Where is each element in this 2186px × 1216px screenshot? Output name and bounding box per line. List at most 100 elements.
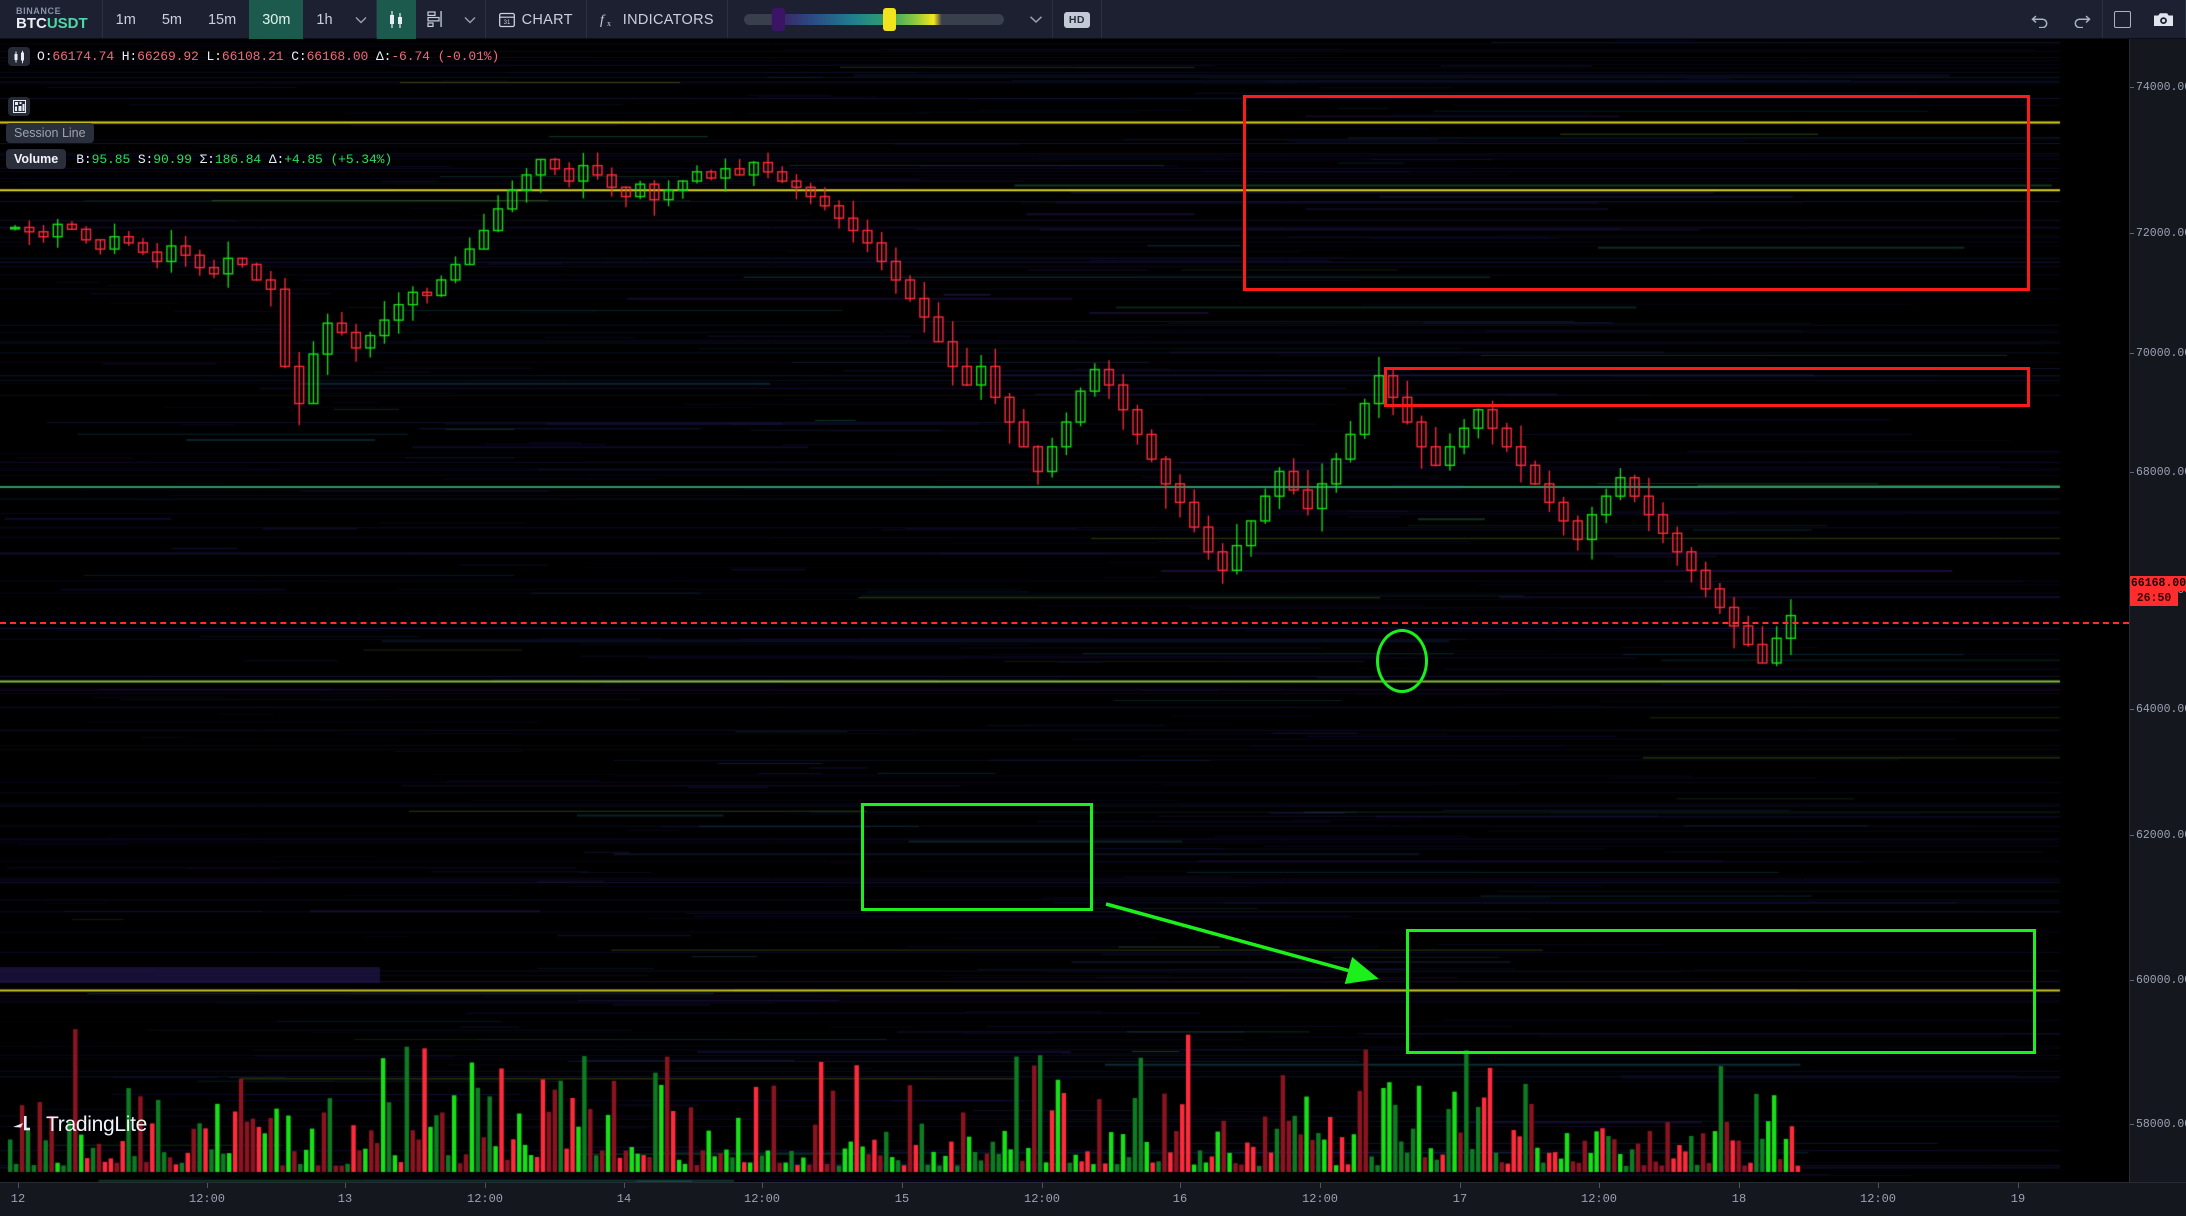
timeframe-15m[interactable]: 15m (195, 0, 249, 39)
gradient-dropdown-chevron-down-icon[interactable] (1020, 0, 1052, 39)
price-tick (2130, 1124, 2134, 1125)
gradient-slider-handle-high[interactable] (882, 7, 896, 31)
time-label-1: 12:00 (188, 1192, 226, 1206)
camera-icon[interactable] (2142, 0, 2185, 39)
price-tick (2130, 835, 2134, 836)
time-label-5: 12:00 (743, 1192, 781, 1206)
hd-quality-button[interactable]: HD (1053, 0, 1101, 39)
price-axis[interactable]: 74000.00 72000.00 70000.00 68000.00 6600… (2129, 39, 2186, 1182)
time-label-10: 17 (1452, 1192, 1468, 1206)
price-label-70000: 70000.00 (2136, 347, 2186, 360)
price-label-60000: 60000.00 (2136, 974, 2186, 987)
price-label-72000: 72000.00 (2136, 227, 2186, 240)
ohlc-o-key: O: (37, 49, 53, 64)
symbol-label: BTCUSDT (16, 16, 88, 32)
time-tick (762, 1183, 763, 1188)
heatmap-icon[interactable] (8, 97, 30, 116)
time-label-11: 12:00 (1580, 1192, 1618, 1206)
candlestick-icon[interactable] (376, 0, 416, 39)
layout-square-icon[interactable] (2103, 0, 2142, 39)
top-toolbar: BINANCE BTCUSDT 1m 5m 15m 30m 1h 31 CHAR… (0, 0, 2186, 39)
ohlc-l-value: 66108.21 (221, 49, 284, 64)
session-line-legend[interactable]: Session Line (6, 123, 94, 143)
time-label-8: 16 (1172, 1192, 1188, 1206)
volume-delta-key: Δ: (268, 151, 285, 167)
timeframe-30m[interactable]: 30m (249, 0, 304, 39)
time-label-13: 12:00 (1859, 1192, 1897, 1206)
symbol-selector[interactable]: BINANCE BTCUSDT (0, 0, 102, 38)
time-tick (485, 1183, 486, 1188)
timeframe-dropdown-chevron-down-icon[interactable] (346, 0, 376, 39)
chart-menu-button[interactable]: 31 CHART (486, 0, 586, 39)
indicators-button[interactable]: f x INDICATORS (587, 0, 727, 39)
fx-icon: f x (600, 11, 616, 28)
time-tick (1460, 1183, 1461, 1188)
time-tick (207, 1183, 208, 1188)
volume-s-key: S: (137, 151, 154, 167)
time-tick (1042, 1183, 1043, 1188)
liquidity-heatmap-canvas[interactable] (0, 39, 2129, 1182)
price-tick (2130, 87, 2134, 88)
time-tick (345, 1183, 346, 1188)
volume-delta-value: +4.85 (284, 151, 323, 167)
volume-b-key: B: (76, 151, 92, 167)
gradient-slider-track[interactable] (743, 7, 1004, 31)
timeframe-5m[interactable]: 5m (149, 0, 195, 39)
symbol-base: BTC (16, 15, 47, 32)
time-tick (1180, 1183, 1181, 1188)
chart-series-icon[interactable] (8, 47, 30, 66)
volume-values: B:95.85 S:90.99 Σ:186.84 Δ:+4.85 (+5.34%… (76, 152, 392, 167)
time-tick (18, 1183, 19, 1188)
time-tick (902, 1183, 903, 1188)
undo-icon[interactable] (2020, 0, 2061, 39)
svg-text:x: x (607, 19, 611, 28)
timeframe-1h[interactable]: 1h (303, 0, 345, 39)
price-label-68000: 68000.00 (2136, 466, 2186, 479)
timeframe-1m[interactable]: 1m (103, 0, 149, 39)
time-tick (1320, 1183, 1321, 1188)
volume-label[interactable]: Volume (6, 149, 67, 169)
heatmap-legend (8, 97, 37, 116)
time-label-9: 12:00 (1301, 1192, 1339, 1206)
heatmap-gradient-control[interactable] (728, 0, 1020, 38)
time-label-2: 13 (337, 1192, 353, 1206)
layers-dropdown-chevron-down-icon[interactable] (455, 0, 485, 39)
time-tick (1599, 1183, 1600, 1188)
redo-icon[interactable] (2061, 0, 2102, 39)
time-tick (2018, 1183, 2019, 1188)
time-axis[interactable]: 12 12:00 13 12:00 14 12:00 15 12:00 16 1… (0, 1182, 2186, 1216)
hd-badge-label: HD (1063, 11, 1090, 28)
tradinglite-logo-icon (12, 1114, 38, 1136)
time-label-4: 14 (616, 1192, 632, 1206)
volume-b-value: 95.85 (91, 151, 131, 167)
ohlc-o-value: 66174.74 (52, 49, 115, 64)
gradient-slider-handle-low[interactable] (771, 7, 785, 31)
session-line-label: Session Line (6, 123, 94, 143)
price-tick (2130, 709, 2134, 710)
price-label-74000: 74000.00 (2136, 81, 2186, 94)
price-tick (2130, 472, 2134, 473)
time-label-6: 15 (894, 1192, 910, 1206)
calendar-chart-icon: 31 (498, 12, 515, 28)
ohlc-values: O:66174.74 H:66269.92 L:66108.21 C:66168… (37, 49, 499, 64)
ohlc-l-key: L: (206, 49, 222, 64)
layout-square-shape (2114, 11, 2131, 28)
symbol-quote: USDT (46, 15, 88, 32)
candle-countdown-badge: 26:50 (2130, 591, 2178, 606)
volume-delta-percent: (+5.34%) (330, 151, 393, 167)
time-tick (1878, 1183, 1879, 1188)
ohlc-h-value: 66269.92 (137, 49, 199, 64)
time-label-0: 12 (10, 1192, 26, 1206)
price-tick (2130, 980, 2134, 981)
layers-icon[interactable] (416, 0, 455, 39)
time-label-7: 12:00 (1023, 1192, 1061, 1206)
tradinglite-name: TradingLite (46, 1113, 147, 1136)
ohlc-delta-key: Δ: (375, 49, 392, 64)
price-tick (2130, 353, 2134, 354)
indicators-label: INDICATORS (622, 11, 714, 28)
price-tick (2130, 233, 2134, 234)
volume-sum-key: Σ: (199, 151, 215, 167)
volume-sum-value: 186.84 (214, 151, 262, 167)
chart-canvas-area[interactable]: O:66174.74 H:66269.92 L:66108.21 C:66168… (0, 39, 2129, 1182)
